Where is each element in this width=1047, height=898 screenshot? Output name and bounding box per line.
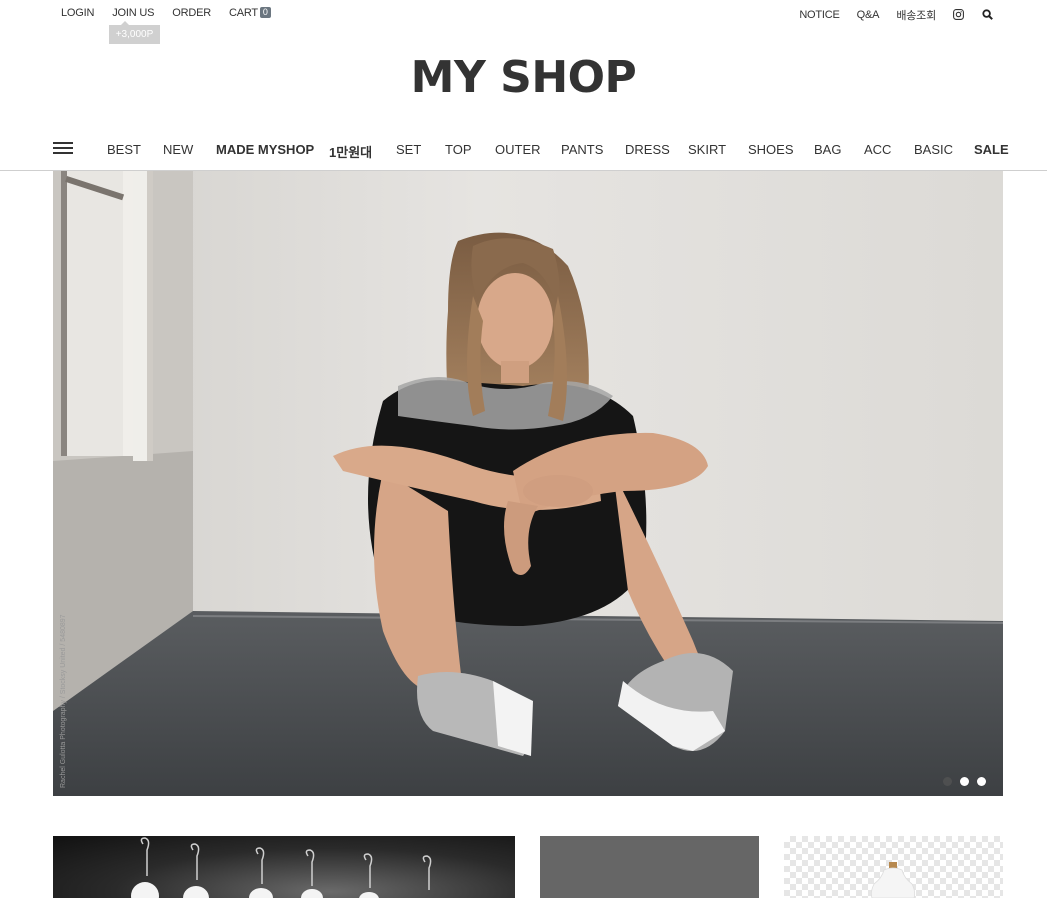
nav-item-skirt[interactable]: SKIRT	[688, 142, 726, 157]
nav-item-new[interactable]: NEW	[163, 142, 193, 157]
join-points-tooltip: +3,000P	[109, 21, 160, 44]
cart-count-badge: 0	[259, 7, 271, 18]
promo-tile-gray[interactable]	[540, 836, 759, 898]
promo-tile-mannequin[interactable]	[784, 836, 1003, 898]
site-logo[interactable]: MY SHOP	[0, 52, 1047, 103]
nav-item-made-myshop[interactable]: MADE MYSHOP	[216, 142, 314, 157]
hero-image	[53, 171, 1003, 796]
login-link[interactable]: LOGIN	[61, 7, 94, 19]
notice-link[interactable]: NOTICE	[799, 9, 840, 21]
nav-item-shoes[interactable]: SHOES	[748, 142, 794, 157]
top-utility-bar: LOGIN JOIN US ORDER CART 0 NOTICE Q&A 배송조…	[0, 0, 1047, 26]
mannequin-image	[870, 862, 916, 898]
instagram-icon[interactable]	[953, 9, 965, 21]
nav-item-bag[interactable]: BAG	[814, 142, 841, 157]
nav-item-dress[interactable]: DRESS	[625, 142, 670, 157]
qna-link[interactable]: Q&A	[857, 9, 880, 21]
promo-tile-hangers[interactable]	[53, 836, 515, 898]
nav-item-pants[interactable]: PANTS	[561, 142, 603, 157]
category-nav: BEST NEW MADE MYSHOP 1만원대 SET TOP OUTER …	[0, 128, 1047, 171]
nav-item-top[interactable]: TOP	[445, 142, 472, 157]
slide-dot-2[interactable]	[960, 777, 969, 786]
cart-label: CART	[228, 7, 258, 19]
slider-pagination	[943, 777, 986, 786]
cart-link[interactable]: CART 0	[229, 7, 271, 19]
delivery-tracking-link[interactable]: 배송조회	[896, 7, 936, 23]
hangers-image	[131, 837, 432, 898]
category-list: BEST NEW MADE MYSHOP 1만원대 SET TOP OUTER …	[0, 142, 1047, 161]
nav-item-best[interactable]: BEST	[107, 142, 141, 157]
order-link[interactable]: ORDER	[172, 7, 211, 19]
slide-dot-1[interactable]	[943, 777, 952, 786]
hero-banner-slider[interactable]: Rachel Gulotta Photography / Stocksy Uni…	[53, 171, 1003, 796]
join-link[interactable]: JOIN US	[112, 7, 154, 19]
account-links: LOGIN JOIN US ORDER CART 0	[61, 7, 289, 19]
nav-item-acc[interactable]: ACC	[864, 142, 891, 157]
slide-dot-3[interactable]	[977, 777, 986, 786]
nav-item-10k-won[interactable]: 1만원대	[329, 142, 372, 161]
nav-item-outer[interactable]: OUTER	[495, 142, 541, 157]
info-links: NOTICE Q&A 배송조회	[782, 7, 994, 23]
nav-item-basic[interactable]: BASIC	[914, 142, 953, 157]
photo-credit: Rachel Gulotta Photography / Stocksy Uni…	[60, 614, 67, 788]
search-icon[interactable]	[982, 9, 994, 21]
nav-item-set[interactable]: SET	[396, 142, 421, 157]
nav-item-sale[interactable]: SALE	[974, 142, 1009, 157]
